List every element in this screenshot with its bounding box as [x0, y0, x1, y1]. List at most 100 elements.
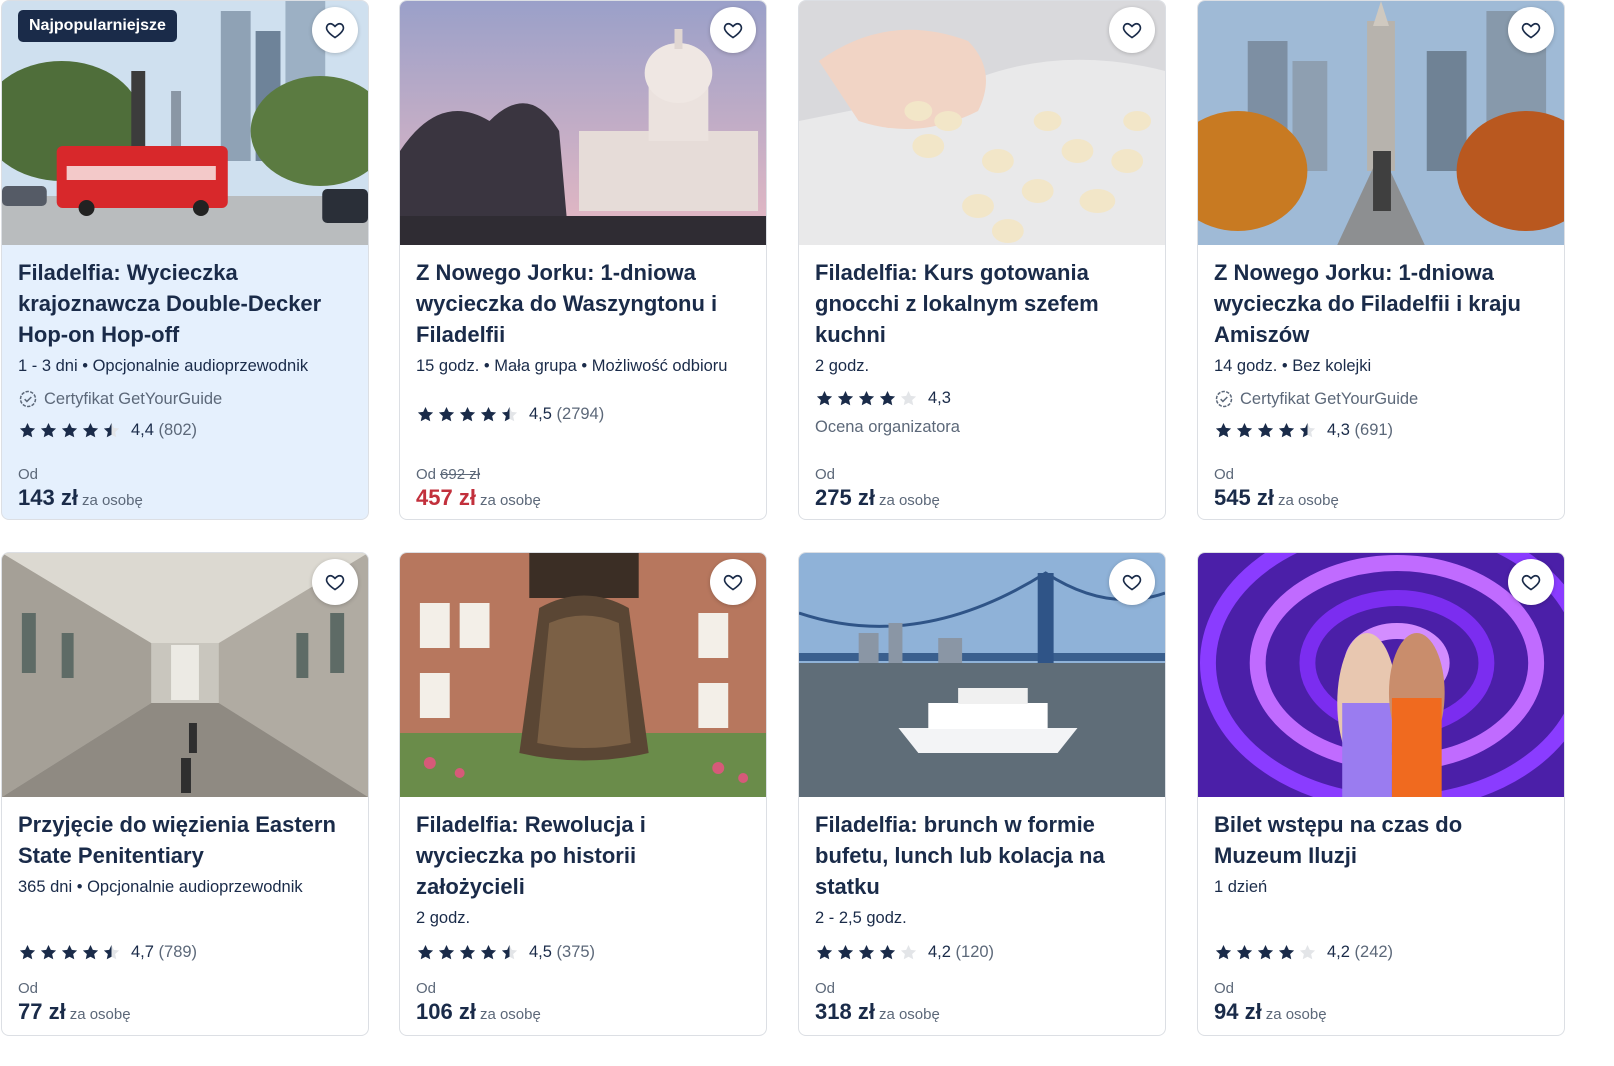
per-person-label: za osobę [878, 1006, 940, 1023]
popular-badge: Najpopularniejsze [18, 10, 177, 42]
from-label: Od [18, 466, 39, 483]
activity-title[interactable]: Z Nowego Jorku: 1-dniowa wycieczka do Wa… [416, 245, 750, 350]
rating-row: 4,3 [815, 389, 1149, 408]
activity-card[interactable]: Filadelfia: brunch w formie bufetu, lunc… [798, 552, 1166, 1036]
star-full-icon [480, 944, 497, 960]
star-full-icon [19, 422, 36, 438]
price: 318 zł [815, 999, 875, 1024]
wishlist-button[interactable] [1109, 559, 1155, 605]
activity-title[interactable]: Filadelfia: brunch w formie bufetu, lunc… [815, 797, 1149, 902]
rating-value: 4,2 [1327, 943, 1350, 961]
wishlist-button[interactable] [312, 559, 358, 605]
activity-title[interactable]: Filadelfia: Wycieczka krajoznawcza Doubl… [18, 245, 352, 350]
star-full-icon [1215, 944, 1232, 960]
star-full-icon [1257, 944, 1274, 960]
from-label: Od [416, 980, 437, 997]
activity-image-prison-corridor [2, 553, 368, 797]
activity-meta: 15 godz. • Mała grupa • Możliwość odbior… [416, 357, 728, 375]
activity-card[interactable]: Z Nowego Jorku: 1-dniowa wycieczka do Fi… [1197, 0, 1565, 520]
activity-meta: 2 - 2,5 godz. [815, 909, 907, 927]
activity-image-philadelphia-parkway [1198, 1, 1564, 245]
rating-value: 4,3 [928, 389, 951, 407]
star-full-icon [459, 406, 476, 422]
wishlist-button[interactable] [1508, 7, 1554, 53]
original-price: 692 zł [440, 466, 481, 483]
price-block: Od 106 zł za osobę [416, 980, 541, 1025]
rating-value: 4,5 [529, 943, 552, 961]
star-full-icon [1278, 422, 1295, 438]
badge-check-icon [1215, 390, 1233, 408]
star-empty-icon [900, 390, 917, 406]
activity-image-liberty-bell [400, 553, 766, 797]
activity-image-illusion-tunnel [1198, 553, 1564, 797]
activity-card[interactable]: Filadelfia: Kurs gotowania gnocchi z lok… [798, 0, 1166, 520]
star-full-icon [1236, 422, 1253, 438]
activity-title[interactable]: Przyjęcie do więzienia Eastern State Pen… [18, 797, 352, 871]
per-person-label: za osobę [1277, 492, 1339, 509]
wishlist-button[interactable] [710, 559, 756, 605]
per-person-label: za osobę [878, 492, 940, 509]
star-full-icon [858, 390, 875, 406]
rating-row: 4,2 (120) [815, 943, 994, 962]
activity-title[interactable]: Z Nowego Jorku: 1-dniowa wycieczka do Fi… [1214, 245, 1548, 350]
star-half-icon [103, 944, 120, 960]
star-half-icon [501, 406, 518, 422]
activity-card[interactable]: Filadelfia: Rewolucja i wycieczka po his… [399, 552, 767, 1036]
activity-title[interactable]: Filadelfia: Kurs gotowania gnocchi z lok… [815, 245, 1149, 350]
heart-icon [1122, 574, 1142, 591]
price: 77 zł [18, 999, 66, 1024]
activity-card[interactable]: Przyjęcie do więzienia Eastern State Pen… [1, 552, 369, 1036]
wishlist-button[interactable] [1109, 7, 1155, 53]
certificate-label: Certyfikat GetYourGuide [18, 389, 352, 409]
star-full-icon [19, 944, 36, 960]
star-half-icon [1299, 422, 1316, 438]
heart-icon [1521, 22, 1541, 39]
rating-value: 4,3 [1327, 421, 1350, 439]
activity-meta: 2 godz. [815, 357, 870, 375]
certificate-text: Certyfikat GetYourGuide [44, 389, 223, 408]
per-person-label: za osobę [69, 1006, 131, 1023]
star-half-icon [501, 944, 518, 960]
wishlist-button[interactable] [710, 7, 756, 53]
activity-card[interactable]: Z Nowego Jorku: 1-dniowa wycieczka do Wa… [399, 0, 767, 520]
star-full-icon [459, 944, 476, 960]
price: 106 zł [416, 999, 476, 1024]
activity-image-gnocchi [799, 1, 1165, 245]
activity-grid: Najpopularniejsze Filadelfia: Wycieczka … [0, 0, 1614, 1066]
activity-meta: 1 - 3 dni • Opcjonalnie audioprzewodnik [18, 357, 309, 375]
from-label: Od [815, 466, 836, 483]
rating-row: 4,3 (691) [1214, 421, 1548, 440]
star-full-icon [82, 422, 99, 438]
activity-title[interactable]: Bilet wstępu na czas do Muzeum Iluzji [1214, 797, 1548, 871]
activity-image-river-cruise [799, 553, 1165, 797]
heart-icon [723, 574, 743, 591]
activity-image-capitol [400, 1, 766, 245]
rating-row: 4,5 (375) [416, 943, 595, 962]
certificate-label: Certyfikat GetYourGuide [1214, 389, 1548, 409]
from-label: Od [1214, 980, 1235, 997]
star-full-icon [40, 944, 57, 960]
activity-title[interactable]: Filadelfia: Rewolucja i wycieczka po his… [416, 797, 750, 902]
star-empty-icon [900, 944, 917, 960]
star-rating-icon [416, 943, 519, 962]
star-full-icon [879, 944, 896, 960]
star-full-icon [61, 422, 78, 438]
star-full-icon [1278, 944, 1295, 960]
star-rating-icon [416, 405, 519, 424]
from-label: Od [1214, 466, 1235, 483]
activity-card[interactable]: Najpopularniejsze Filadelfia: Wycieczka … [1, 0, 369, 520]
heart-icon [325, 574, 345, 591]
star-full-icon [1257, 422, 1274, 438]
star-full-icon [1236, 944, 1253, 960]
activity-meta: 14 godz. • Bez kolejki [1214, 357, 1372, 375]
star-full-icon [480, 406, 497, 422]
from-label: Od [416, 466, 437, 483]
activity-card[interactable]: Bilet wstępu na czas do Muzeum Iluzji 1 … [1197, 552, 1565, 1036]
star-full-icon [438, 406, 455, 422]
wishlist-button[interactable] [312, 7, 358, 53]
activity-meta: 1 dzień [1214, 878, 1268, 896]
review-count: (802) [158, 421, 198, 439]
wishlist-button[interactable] [1508, 559, 1554, 605]
heart-icon [723, 22, 743, 39]
rating-value: 4,2 [928, 943, 951, 961]
